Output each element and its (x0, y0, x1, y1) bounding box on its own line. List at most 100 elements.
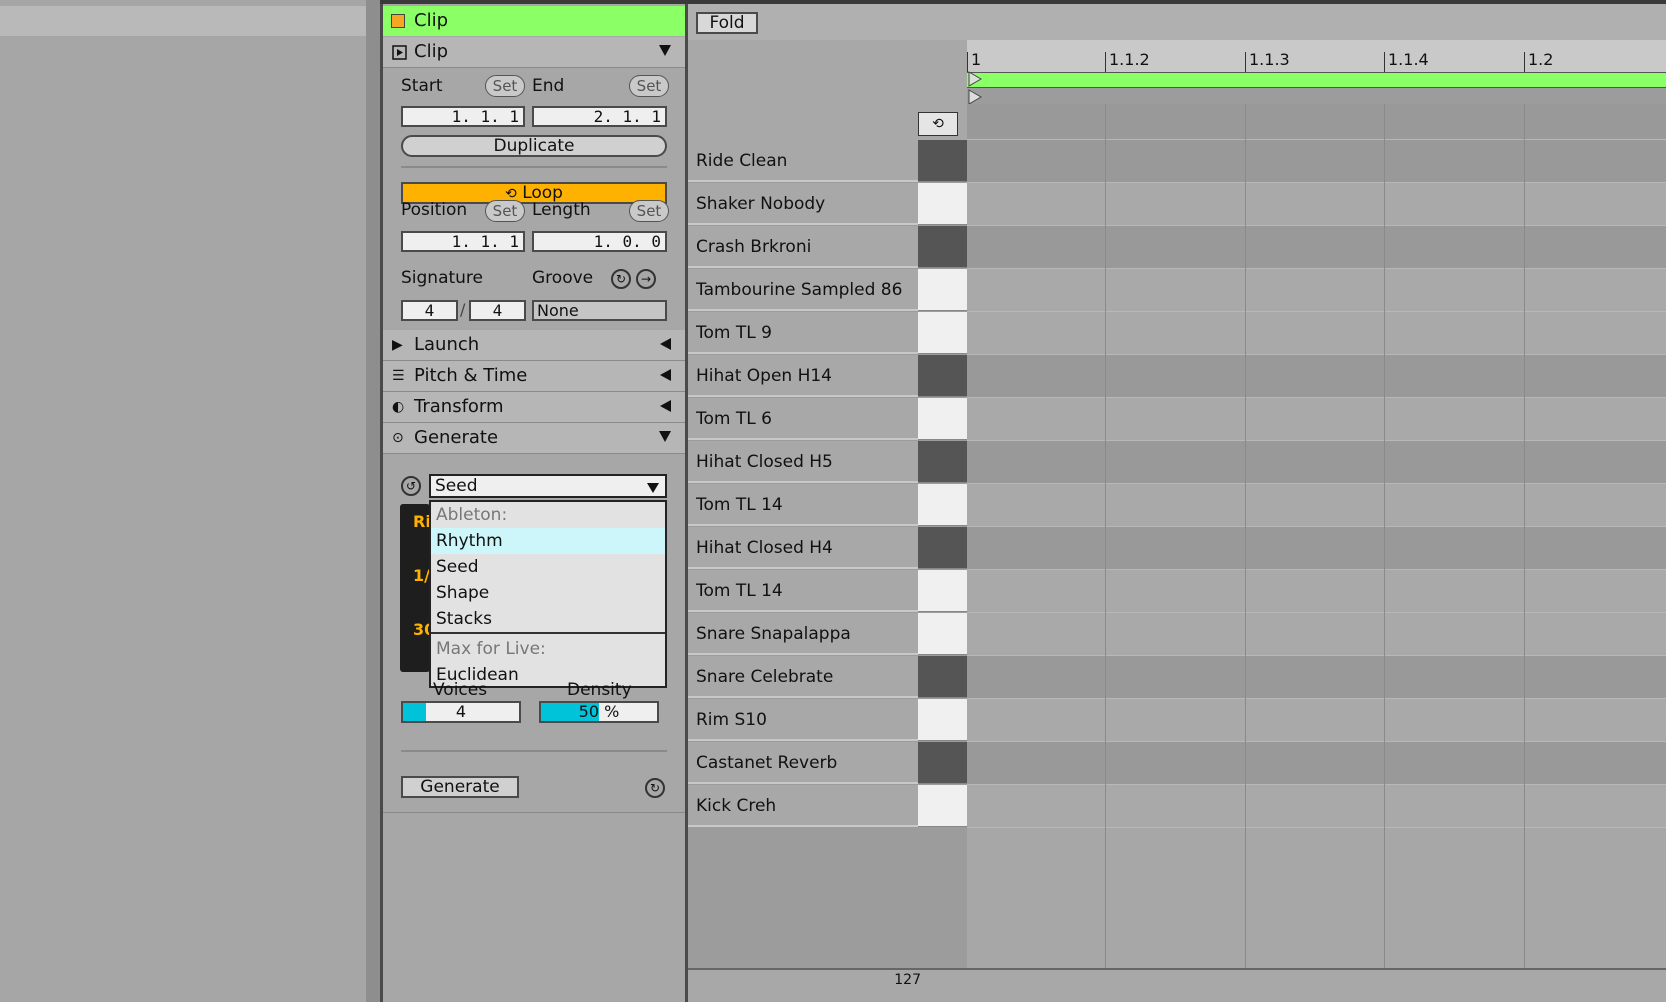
panel-divider[interactable] (366, 0, 380, 1002)
clip-color-swatch[interactable] (391, 14, 405, 28)
generator-preview-panel: Ri 1/ 30 (400, 504, 435, 672)
menu-item-rhythm[interactable]: Rhythm (431, 528, 665, 554)
note-lane[interactable] (967, 355, 1666, 398)
piano-key[interactable] (918, 312, 967, 354)
note-grid[interactable] (967, 104, 1666, 1002)
drum-pad-name[interactable]: Tambourine Sampled 86 b (688, 269, 918, 342)
length-field[interactable]: 1. 0. 0 (532, 231, 667, 252)
generator-select-value: Seed (435, 476, 478, 496)
density-label: Density (567, 680, 632, 700)
piano-key[interactable] (918, 269, 967, 311)
drum-pad-name[interactable]: Tom TL 6 (688, 398, 918, 440)
drum-pad-name[interactable]: Castanet Reverb (688, 742, 918, 784)
piano-key[interactable] (918, 183, 967, 225)
piano-key[interactable] (918, 484, 967, 526)
loop-toggle-icon[interactable]: ⟲ (918, 112, 958, 136)
note-lane[interactable] (967, 398, 1666, 441)
groove-hot-swap-icon[interactable]: ↻ (611, 269, 631, 289)
note-lane[interactable] (967, 269, 1666, 312)
section-launch[interactable]: ▶ Launch (383, 330, 685, 361)
clip-title-bar[interactable]: Clip (383, 6, 685, 36)
beat-ruler[interactable]: 1 1.1.2 1.1.3 1.1.4 1.2 (967, 40, 1666, 72)
piano-key[interactable] (918, 226, 967, 268)
drum-pad-name[interactable]: Tom TL 14 (688, 570, 918, 612)
drum-pad-name[interactable]: Kick Creh (688, 785, 918, 827)
ruler-tick (1105, 52, 1106, 72)
note-lane[interactable] (967, 656, 1666, 699)
drum-pad-name[interactable]: Tom TL 14 (688, 484, 918, 526)
length-set-button[interactable]: Set (629, 200, 669, 222)
row-headers: Ride Clean Shaker Nobody Crash Brkroni Tamb… (688, 140, 967, 827)
piano-key[interactable] (918, 613, 967, 655)
menu-item-stacks[interactable]: Stacks (431, 606, 665, 632)
voices-slider[interactable]: 4 (401, 701, 521, 723)
piano-key[interactable] (918, 570, 967, 612)
menu-item-seed[interactable]: Seed (431, 554, 665, 580)
section-transform[interactable]: ◐ Transform (383, 392, 685, 423)
chevron-left-icon[interactable] (660, 338, 671, 350)
drum-pad-name[interactable]: Crash Brkroni (688, 226, 918, 268)
note-lane[interactable] (967, 570, 1666, 613)
signature-denominator[interactable]: 4 (469, 300, 526, 321)
note-lane[interactable] (967, 226, 1666, 269)
note-lane[interactable] (967, 441, 1666, 484)
menu-item-shape[interactable]: Shape (431, 580, 665, 606)
chevron-left-icon[interactable] (660, 400, 671, 412)
piano-key[interactable] (918, 355, 967, 397)
start-set-button[interactable]: Set (485, 75, 525, 97)
generate-button[interactable]: Generate (401, 776, 519, 798)
chevron-down-icon[interactable] (659, 431, 671, 442)
note-lane[interactable] (967, 699, 1666, 742)
note-lane[interactable] (967, 140, 1666, 183)
fold-button[interactable]: Fold (696, 12, 758, 34)
note-lane[interactable] (967, 742, 1666, 785)
position-field[interactable]: 1. 1. 1 (401, 231, 525, 252)
drum-pad-name[interactable]: Hihat Closed H4 (688, 527, 918, 569)
drum-pad-name[interactable]: Snare Celebrate (688, 656, 918, 698)
groove-open-icon[interactable]: → (636, 269, 656, 289)
drum-pad-name[interactable]: Tom TL 9 (688, 312, 918, 354)
note-lane[interactable] (967, 527, 1666, 570)
piano-key[interactable] (918, 656, 967, 698)
voices-value: 4 (455, 702, 467, 721)
start-field[interactable]: 1. 1. 1 (401, 106, 525, 127)
groove-select[interactable]: None (532, 300, 667, 321)
section-clip[interactable]: Clip (383, 37, 685, 68)
chevron-down-icon[interactable] (659, 45, 671, 56)
end-label: End (532, 76, 565, 96)
section-generate[interactable]: ⊙ Generate (383, 423, 685, 454)
drum-pad-name[interactable]: Shaker Nobody (688, 183, 918, 225)
piano-key[interactable] (918, 785, 967, 827)
note-lane[interactable] (967, 484, 1666, 527)
signature-label: Signature (401, 268, 484, 288)
drum-pad-name[interactable]: Snare Snapalappa (688, 613, 918, 655)
end-field[interactable]: 2. 1. 1 (532, 106, 667, 127)
density-slider[interactable]: 50 % (539, 701, 659, 723)
piano-key[interactable] (918, 699, 967, 741)
reset-icon[interactable]: ↺ (401, 476, 421, 496)
clip-loop-bar[interactable] (967, 72, 1666, 88)
note-lane[interactable] (967, 613, 1666, 656)
drum-pad-name[interactable]: Rim S10 (688, 699, 918, 741)
piano-key[interactable] (918, 140, 967, 182)
auto-generate-icon[interactable]: ↻ (645, 778, 665, 798)
end-set-button[interactable]: Set (629, 75, 669, 97)
menu-group-max-for-live: Max for Live: (436, 639, 546, 659)
section-pitch-time[interactable]: ☰ Pitch & Time (383, 361, 685, 392)
piano-key[interactable] (918, 398, 967, 440)
piano-key[interactable] (918, 527, 967, 569)
piano-key[interactable] (918, 742, 967, 784)
piano-key[interactable] (918, 441, 967, 483)
drum-pad-name[interactable]: Hihat Closed H5 (688, 441, 918, 483)
drum-pad-name[interactable]: Hihat Open H14 (688, 355, 918, 397)
position-set-button[interactable]: Set (485, 200, 525, 222)
drum-pad-name[interactable]: Ride Clean (688, 140, 918, 182)
note-lane[interactable] (967, 785, 1666, 828)
clip-header-title: Clip (414, 10, 448, 31)
generator-select[interactable]: Seed (429, 474, 667, 498)
duplicate-button[interactable]: Duplicate (401, 135, 667, 157)
note-lane[interactable] (967, 183, 1666, 226)
chevron-left-icon[interactable] (660, 369, 671, 381)
signature-numerator[interactable]: 4 (401, 300, 458, 321)
note-lane[interactable] (967, 312, 1666, 355)
